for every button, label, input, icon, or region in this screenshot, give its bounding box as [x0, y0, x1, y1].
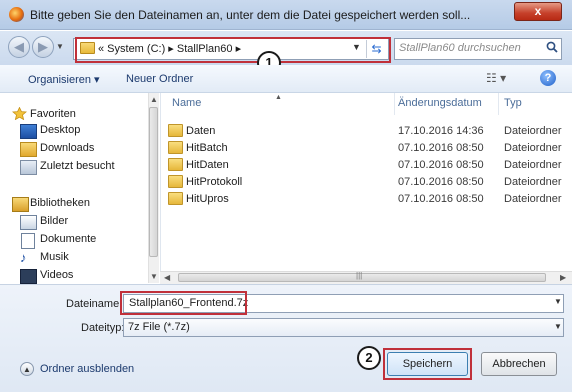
recent-locations-chevron-icon[interactable]: ▼ [56, 42, 66, 51]
column-header-type[interactable]: Typ [504, 97, 522, 109]
file-name[interactable]: Daten [186, 125, 215, 137]
filetype-label: Dateityp: [81, 322, 125, 334]
folder-icon [168, 175, 183, 188]
nav-libraries[interactable]: Bibliotheken [30, 197, 90, 209]
folder-icon [168, 141, 183, 154]
file-date: 07.10.2016 08:50 [398, 193, 484, 205]
filename-chevron-down-icon[interactable]: ▼ [554, 297, 562, 306]
folder-icon [168, 192, 183, 205]
scroll-down-arrow-icon[interactable]: ▼ [150, 272, 158, 281]
filename-label: Dateiname: [66, 298, 123, 310]
sort-ascending-icon: ▲ [275, 94, 282, 101]
nav-item-pictures[interactable]: Bilder [40, 215, 68, 227]
nav-item-music[interactable]: Musik [40, 251, 69, 263]
forward-button[interactable]: ▶ [32, 36, 54, 58]
address-highlight-box [75, 37, 391, 63]
column-divider[interactable] [498, 93, 499, 115]
file-type: Dateiordner [504, 159, 562, 171]
column-header-date[interactable]: Änderungsdatum [398, 97, 482, 109]
organize-button[interactable]: Organisieren ▾ [28, 73, 100, 86]
window-title: Bitte geben Sie den Dateinamen an, unter… [30, 8, 471, 22]
file-name[interactable]: HitDaten [186, 159, 229, 171]
scroll-up-arrow-icon[interactable]: ▲ [150, 95, 158, 104]
scroll-right-arrow-icon[interactable]: ▶ [560, 273, 566, 282]
folder-icon [168, 124, 183, 137]
column-header-name[interactable]: Name [172, 97, 201, 109]
annotation-badge-2: 2 [357, 346, 381, 370]
star-icon [12, 107, 27, 120]
file-date: 07.10.2016 08:50 [398, 159, 484, 171]
music-icon: ♪ [20, 250, 27, 265]
search-icon[interactable] [546, 41, 558, 53]
view-options-button[interactable]: ☷ ▾ [486, 71, 518, 85]
nav-favorites[interactable]: Favoriten [30, 108, 76, 120]
hide-folders-button[interactable]: Ordner ausblenden [40, 363, 134, 375]
recent-places-icon [20, 160, 37, 175]
pictures-icon [20, 215, 37, 230]
nav-pane-scroll-thumb[interactable] [149, 107, 158, 257]
file-name[interactable]: HitUpros [186, 193, 229, 205]
filetype-chevron-down-icon[interactable]: ▼ [554, 322, 562, 331]
search-placeholder: StallPlan60 durchsuchen [399, 42, 521, 54]
folder-icon [168, 158, 183, 171]
help-icon[interactable]: ? [540, 70, 556, 86]
downloads-folder-icon [20, 142, 37, 157]
documents-icon [21, 233, 35, 249]
back-button[interactable]: ◀ [8, 36, 30, 58]
file-name[interactable]: HitBatch [186, 142, 228, 154]
nav-item-recent[interactable]: Zuletzt besucht [40, 160, 115, 172]
column-divider[interactable] [394, 93, 395, 115]
nav-item-videos[interactable]: Videos [40, 269, 73, 281]
file-name[interactable]: HitProtokoll [186, 176, 242, 188]
filename-highlight-box [120, 291, 247, 315]
videos-icon [20, 269, 37, 284]
chevron-up-icon[interactable]: ▲ [20, 362, 34, 376]
desktop-icon [20, 124, 37, 139]
nav-item-documents[interactable]: Dokumente [40, 233, 96, 245]
cancel-button[interactable]: Abbrechen [481, 352, 557, 376]
file-type: Dateiordner [504, 176, 562, 188]
file-type: Dateiordner [504, 193, 562, 205]
nav-item-desktop[interactable]: Desktop [40, 124, 80, 136]
firefox-icon [9, 7, 24, 22]
file-date: 07.10.2016 08:50 [398, 142, 484, 154]
scroll-grip-icon: ||| [356, 271, 363, 280]
scroll-left-arrow-icon[interactable]: ◀ [164, 273, 170, 282]
arrow-left-icon: ◀ [14, 39, 24, 54]
file-type: Dateiordner [504, 142, 562, 154]
libraries-icon [12, 197, 29, 212]
file-date: 07.10.2016 08:50 [398, 176, 484, 188]
file-type: Dateiordner [504, 125, 562, 137]
file-date: 17.10.2016 14:36 [398, 125, 484, 137]
arrow-right-icon: ▶ [38, 39, 48, 54]
close-button[interactable]: x [514, 2, 562, 21]
filetype-value[interactable]: 7z File (*.7z) [128, 321, 190, 333]
save-button[interactable]: Speichern [387, 352, 468, 376]
nav-item-downloads[interactable]: Downloads [40, 142, 94, 154]
new-folder-button[interactable]: Neuer Ordner [126, 73, 193, 85]
